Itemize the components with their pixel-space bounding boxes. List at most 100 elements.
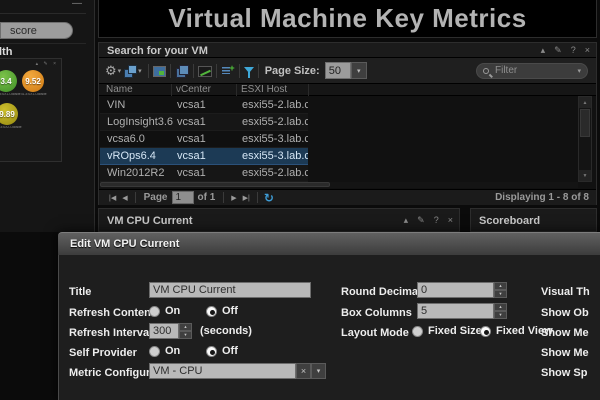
refresh-icon[interactable]: ↻ [264, 191, 274, 205]
clear-icon[interactable]: × [296, 363, 311, 379]
gear-caret-icon[interactable]: ▾ [118, 67, 122, 75]
horizontal-scrollbar[interactable] [100, 182, 578, 188]
cell-esxi-host: esxi55-3.lab.c... [242, 150, 308, 162]
health-badge[interactable]: 3.4 [0, 70, 17, 92]
radio-on[interactable] [149, 305, 160, 317]
first-page-icon[interactable]: |◀ [109, 194, 116, 202]
round-decimals-input[interactable] [417, 282, 494, 298]
badge-label: 41-ESX1-Oddsite [20, 93, 47, 97]
cell-esxi-host: esxi55-3.lab.c... [242, 133, 308, 145]
column-header-name[interactable]: Name [106, 84, 133, 95]
dialog-titlebar[interactable]: Edit VM CPU Current [58, 232, 600, 255]
radio-off-selected[interactable] [206, 305, 217, 317]
spinner-up-icon[interactable]: ▲ [494, 282, 507, 290]
table-row[interactable]: Win2012R2 vcsa1 esxi55-2.lab.c... [100, 165, 308, 182]
divider [0, 13, 86, 14]
interaction-caret-icon[interactable]: ▾ [138, 67, 142, 75]
close-icon[interactable]: × [448, 216, 453, 225]
cell-vcenter: vcsa1 [177, 150, 206, 162]
collapse-icon[interactable]: ▴ [541, 46, 546, 55]
scoreboard-panel: Scoreboard [470, 208, 597, 232]
edit-icon[interactable]: ✎ [417, 216, 425, 225]
divider [257, 63, 259, 78]
divider [256, 192, 258, 203]
layout-mode-fixed-size-option[interactable]: Fixed Size [412, 325, 482, 337]
spinner-up-icon[interactable]: ▲ [179, 323, 192, 331]
scroll-up-icon[interactable]: ▲ [579, 97, 591, 108]
table-row[interactable]: VIN vcsa1 esxi55-2.lab.c... [100, 97, 308, 114]
table-row[interactable]: LogInsight3.6 vcsa1 esxi55-2.lab.c... [100, 114, 308, 131]
spinner-down-icon[interactable]: ▼ [494, 290, 507, 298]
filter-input[interactable] [493, 64, 574, 77]
open-dashboard-icon[interactable] [152, 65, 166, 77]
spinner-down-icon[interactable]: ▼ [179, 331, 192, 339]
show-metric-label: Show Me [541, 327, 589, 339]
show-metric-unit-label: Show Me [541, 347, 589, 359]
box-columns-input[interactable] [417, 303, 494, 319]
health-badge[interactable]: 9.89 [0, 103, 18, 125]
page-size-input[interactable] [324, 62, 351, 79]
round-decimals-spinner[interactable]: ▲ ▼ [494, 282, 507, 298]
spinner-up-icon[interactable]: ▲ [494, 303, 507, 311]
radio-on-label: On [165, 305, 181, 317]
table-row-selected[interactable]: vROps6.4 vcsa1 esxi55-3.lab.c... [100, 148, 308, 165]
radio-fixed-view-selected[interactable] [480, 325, 491, 337]
show-sparkline-label: Show Sp [541, 367, 588, 379]
collapse-icon[interactable]: ▴ [404, 216, 409, 225]
chart-icon[interactable] [197, 65, 212, 77]
refresh-interval-input[interactable] [149, 323, 179, 339]
health-badge[interactable]: 9.52 [22, 70, 44, 92]
radio-off-label: Off [222, 305, 238, 317]
pager-bar: |◀ ◀ Page of 1 ▶ ▶| ↻ Displaying 1 - 8 o… [99, 189, 596, 205]
radio-off-label: Off [222, 345, 238, 357]
scrollbar-thumb[interactable] [100, 182, 330, 187]
scoreboard-title: Scoreboard [479, 215, 541, 227]
radio-fixed-size[interactable] [412, 325, 423, 337]
box-columns-spinner[interactable]: ▲ ▼ [494, 303, 507, 319]
chevron-down-icon[interactable]: ▾ [311, 363, 326, 379]
filter-box[interactable]: ▾ [476, 62, 588, 79]
search-vm-panel: Search for your VM ▴ ✎ ? × ⚙ ▾ ▾ Pa [98, 42, 597, 205]
column-divider [236, 84, 237, 96]
copy-icon[interactable] [175, 64, 189, 78]
radio-off-selected[interactable] [206, 345, 217, 357]
scroll-down-icon[interactable]: ▼ [579, 170, 591, 181]
close-icon[interactable]: × [585, 46, 590, 55]
cell-vcenter: vcsa1 [177, 167, 206, 179]
filter-funnel-icon[interactable] [243, 66, 254, 78]
last-page-icon[interactable]: ▶| [243, 194, 250, 202]
radio-on[interactable] [149, 345, 160, 357]
widget-header-icons[interactable]: ▴ ✎ × [36, 61, 58, 67]
interaction-mode-icon[interactable] [123, 64, 138, 78]
self-provider-off-option[interactable]: Off [206, 345, 238, 357]
metric-configuration-input[interactable] [149, 363, 296, 379]
refresh-interval-spinner[interactable]: ▲ ▼ [179, 323, 192, 339]
page-size-dropdown[interactable]: ▾ [350, 62, 367, 79]
title-input[interactable] [149, 282, 311, 298]
cell-vcenter: vcsa1 [177, 99, 206, 111]
help-icon[interactable]: ? [571, 46, 576, 55]
column-header-vcenter[interactable]: vCenter [176, 84, 211, 95]
table-row[interactable]: vcsa6.0 vcsa1 esxi55-3.lab.c... [100, 131, 308, 148]
sidebar-search-input[interactable] [0, 22, 73, 39]
minimize-icon[interactable]: — [72, 0, 82, 9]
help-icon[interactable]: ? [434, 216, 439, 225]
refresh-content-off-option[interactable]: Off [206, 305, 238, 317]
dashboard-title-panel: Virtual Machine Key Metrics [98, 0, 597, 38]
next-page-icon[interactable]: ▶ [231, 194, 236, 202]
page-number-input[interactable] [171, 191, 194, 204]
edit-icon[interactable]: ✎ [554, 46, 562, 55]
vertical-scrollbar[interactable]: ▲ ▼ [578, 96, 592, 182]
filter-caret-icon[interactable]: ▾ [577, 67, 581, 75]
scrollbar-thumb[interactable] [580, 109, 590, 137]
prev-page-icon[interactable]: ◀ [122, 194, 127, 202]
self-provider-on-option[interactable]: On [149, 345, 180, 357]
cell-name: Win2012R2 [107, 167, 165, 179]
refresh-content-on-option[interactable]: On [149, 305, 180, 317]
column-header-esxi-host[interactable]: ESXI Host [241, 84, 287, 95]
vm-cpu-current-title: VM CPU Current [107, 215, 193, 227]
cell-esxi-host: esxi55-2.lab.c... [242, 167, 308, 179]
add-list-icon[interactable] [221, 64, 235, 77]
gear-icon[interactable]: ⚙ [105, 64, 117, 77]
spinner-down-icon[interactable]: ▼ [494, 311, 507, 319]
